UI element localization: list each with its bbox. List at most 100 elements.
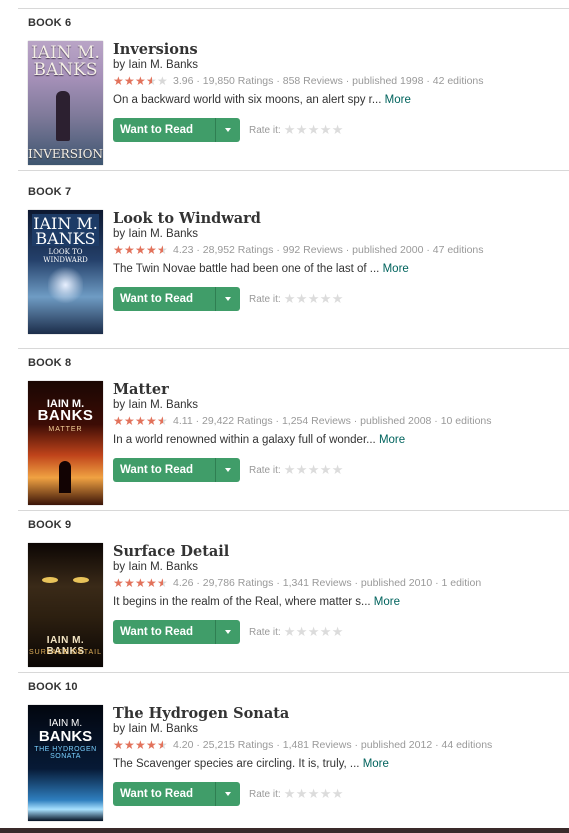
cover-author-text: IAIN M. BANKS [32, 214, 99, 248]
shelf-dropdown-button[interactable] [215, 782, 240, 806]
book-entry: BOOK 8 IAIN M. BANKS MATTER Matter by Ia… [0, 349, 569, 511]
book-entry: BOOK 9 IAIN M. BANKS SURFACE DETAIL Surf… [0, 511, 569, 673]
rate-star-icon[interactable]: ★ [332, 292, 344, 305]
rate-widget: Rate it: ★ ★ ★ ★ ★ [249, 625, 344, 638]
star-icon: ★ [157, 576, 168, 590]
rate-star-icon[interactable]: ★ [284, 463, 296, 476]
book-title[interactable]: Matter [113, 381, 169, 398]
rate-star-icon[interactable]: ★ [284, 787, 296, 800]
rate-star-icon[interactable]: ★ [284, 625, 296, 638]
rate-star-icon[interactable]: ★ [308, 787, 320, 800]
rate-star-icon[interactable]: ★ [320, 787, 332, 800]
book-author[interactable]: by Iain M. Banks [113, 561, 198, 573]
rating-meta-text: 4.23 · 28,952 Ratings · 992 Reviews · pu… [173, 244, 484, 256]
rate-star-icon[interactable]: ★ [332, 787, 344, 800]
rate-widget: Rate it: ★ ★ ★ ★ ★ [249, 292, 344, 305]
want-to-read-button[interactable]: Want to Read [113, 287, 215, 311]
rating-stars: ★ ★ ★ ★ ★ [113, 75, 168, 87]
book-description: The Scavenger species are circling. It i… [113, 758, 389, 770]
cover-author-surname: BANKS [38, 728, 93, 745]
rate-star-icon[interactable]: ★ [284, 292, 296, 305]
caret-down-icon [225, 297, 231, 301]
star-icon: ★ [113, 738, 124, 752]
book-entry: BOOK 7 IAIN M. BANKS LOOK TO WINDWARD Lo… [0, 178, 569, 349]
rate-star-icon[interactable]: ★ [308, 463, 320, 476]
rate-star-icon[interactable]: ★ [296, 463, 308, 476]
description-text: On a backward world with six moons, an a… [113, 94, 382, 106]
star-icon: ★ [113, 74, 124, 88]
section-divider [18, 170, 569, 171]
cover-art [42, 577, 89, 584]
cover-figure [59, 461, 71, 493]
star-icon: ★ [124, 243, 135, 257]
rate-star-icon[interactable]: ★ [296, 123, 308, 136]
book-title[interactable]: Inversions [113, 41, 198, 58]
book-author[interactable]: by Iain M. Banks [113, 228, 198, 240]
star-icon: ★ [146, 576, 157, 590]
rate-star-icon[interactable]: ★ [308, 292, 320, 305]
more-link[interactable]: More [383, 263, 409, 275]
rating-meta-text: 4.20 · 25,215 Ratings · 1,481 Reviews · … [173, 739, 493, 751]
rate-star-icon[interactable]: ★ [332, 463, 344, 476]
rate-star-icon[interactable]: ★ [308, 625, 320, 638]
rate-star-icon[interactable]: ★ [320, 625, 332, 638]
rate-star-icon[interactable]: ★ [296, 292, 308, 305]
book-author[interactable]: by Iain M. Banks [113, 59, 198, 71]
want-to-read-button-group: Want to Read [113, 620, 240, 644]
book-number-label: BOOK 9 [28, 519, 72, 531]
star-icon: ★ [124, 576, 135, 590]
shelf-dropdown-button[interactable] [215, 620, 240, 644]
rate-star-icon[interactable]: ★ [320, 123, 332, 136]
book-entry: BOOK 10 IAIN M. BANKS THE HYDROGEN SONAT… [0, 673, 569, 828]
book-cover[interactable]: IAIN M. BANKS MATTER [28, 381, 103, 505]
more-link[interactable]: More [374, 596, 400, 608]
book-meta: ★ ★ ★ ★ ★ 4.20 · 25,215 Ratings · 1,481 Revi… [113, 739, 492, 751]
rate-star-icon[interactable]: ★ [284, 123, 296, 136]
rating-meta-text: 4.11 · 29,422 Ratings · 1,254 Reviews · … [173, 415, 492, 427]
more-link[interactable]: More [363, 758, 389, 770]
rate-star-icon[interactable]: ★ [320, 292, 332, 305]
book-cover[interactable]: IAIN M. BANKS SURFACE DETAIL [28, 543, 103, 667]
want-to-read-button[interactable]: Want to Read [113, 458, 215, 482]
want-to-read-button[interactable]: Want to Read [113, 782, 215, 806]
more-link[interactable]: More [379, 434, 405, 446]
rating-meta-text: 3.96 · 19,850 Ratings · 858 Reviews · pu… [173, 75, 484, 87]
book-cover[interactable]: IAIN M. BANKS INVERSIONS [28, 41, 103, 165]
rate-star-icon[interactable]: ★ [320, 463, 332, 476]
shelf-dropdown-button[interactable] [215, 287, 240, 311]
want-to-read-button[interactable]: Want to Read [113, 620, 215, 644]
star-icon: ★ [124, 74, 135, 88]
rate-star-icon[interactable]: ★ [332, 625, 344, 638]
want-to-read-button-group: Want to Read [113, 287, 240, 311]
star-icon: ★ [113, 243, 124, 257]
shelf-dropdown-button[interactable] [215, 458, 240, 482]
description-text: The Twin Novae battle had been one of th… [113, 263, 380, 275]
book-title[interactable]: Surface Detail [113, 543, 229, 560]
book-author[interactable]: by Iain M. Banks [113, 399, 198, 411]
more-link[interactable]: More [385, 94, 411, 106]
book-number-label: BOOK 8 [28, 357, 72, 369]
caret-down-icon [225, 128, 231, 132]
star-icon: ★ [146, 414, 157, 428]
rate-star-icon[interactable]: ★ [296, 787, 308, 800]
book-cover[interactable]: IAIN M. BANKS LOOK TO WINDWARD [28, 210, 103, 334]
star-icon: ★ [157, 738, 168, 752]
cover-author-text: IAIN M. BANKS [31, 43, 100, 80]
rate-star-icon[interactable]: ★ [332, 123, 344, 136]
caret-down-icon [225, 468, 231, 472]
book-meta: ★ ★ ★ ★ ★ 3.96 · 19,850 Ratings · 858 Review… [113, 75, 484, 87]
want-to-read-button[interactable]: Want to Read [113, 118, 215, 142]
rating-stars: ★ ★ ★ ★ ★ [113, 244, 168, 256]
shelf-dropdown-button[interactable] [215, 118, 240, 142]
book-title[interactable]: Look to Windward [113, 210, 261, 227]
rating-stars: ★ ★ ★ ★ ★ [113, 577, 168, 589]
want-to-read-button-group: Want to Read [113, 782, 240, 806]
book-title[interactable]: The Hydrogen Sonata [113, 705, 289, 722]
star-icon: ★ [146, 74, 157, 88]
rating-meta-text: 4.26 · 29,786 Ratings · 1,341 Reviews · … [173, 577, 482, 589]
book-cover[interactable]: IAIN M. BANKS THE HYDROGEN SONATA [28, 705, 103, 821]
rate-star-icon[interactable]: ★ [308, 123, 320, 136]
rate-star-icon[interactable]: ★ [296, 625, 308, 638]
book-author[interactable]: by Iain M. Banks [113, 723, 198, 735]
rate-widget: Rate it: ★ ★ ★ ★ ★ [249, 787, 344, 800]
